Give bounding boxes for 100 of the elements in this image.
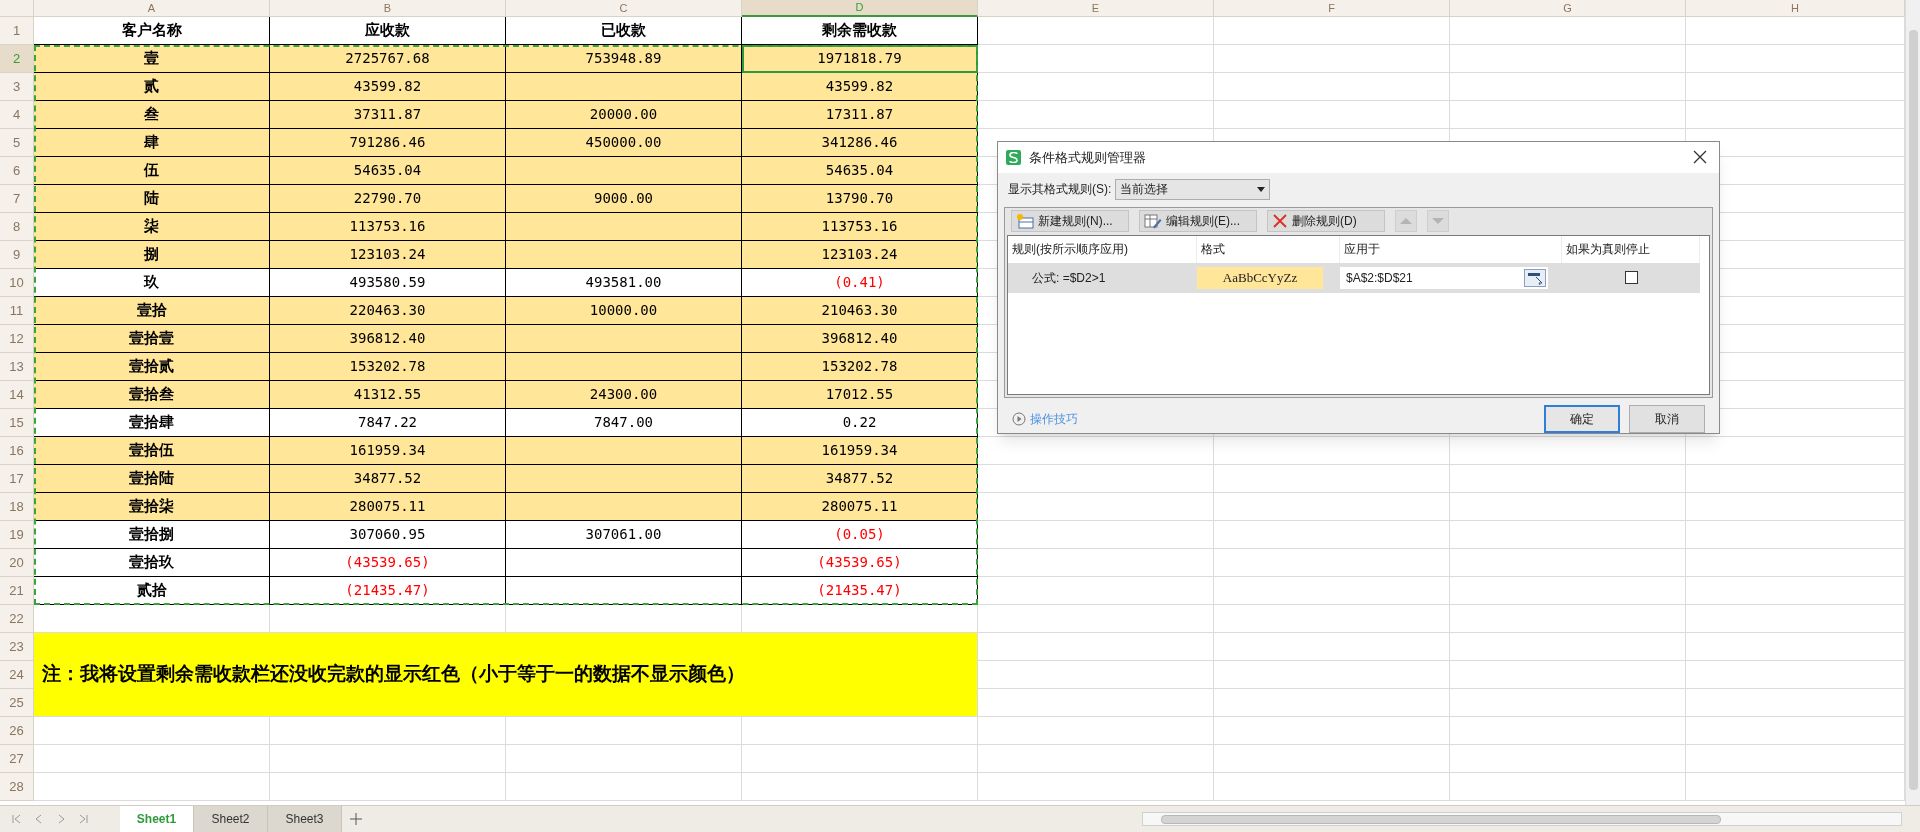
row-header[interactable]: 8 [0,213,34,241]
row-header[interactable]: 22 [0,605,34,633]
row-header[interactable]: 1 [0,17,34,45]
table-cell: 壹拾壹 [34,325,270,353]
row-header[interactable]: 2 [0,45,34,73]
row-header[interactable]: 9 [0,241,34,269]
table-cell: 24300.00 [506,381,742,409]
ok-button[interactable]: 确定 [1544,405,1620,433]
table-cell: 161959.34 [742,437,978,465]
table-cell: 7847.00 [506,409,742,437]
row-header[interactable]: 26 [0,717,34,745]
stop-if-true-checkbox[interactable] [1624,271,1638,285]
previous-sheet-icon[interactable] [34,814,44,824]
table-cell: 307061.00 [506,521,742,549]
table-cell: 307060.95 [270,521,506,549]
table-cell: 791286.46 [270,129,506,157]
table-cell: 450000.00 [506,129,742,157]
table-cell: (0.05) [742,521,978,549]
vertical-scrollbar[interactable] [1905,0,1920,805]
select-all-corner[interactable] [0,0,34,17]
table-cell: 280075.11 [270,493,506,521]
table-cell: 37311.87 [270,101,506,129]
edit-rule-button[interactable]: 编辑规则(E)... [1139,210,1257,233]
table-cell: 壹拾叁 [34,381,270,409]
sheet-tab[interactable]: Sheet3 [268,805,342,832]
rule-row[interactable]: 公式: =$D2>1 AaBbCcYyZz $A$2:$D$21 [1008,262,1700,293]
row-header[interactable]: 11 [0,297,34,325]
delete-rule-button[interactable]: 删除规则(D) [1267,210,1385,233]
table-cell: 叁 [34,101,270,129]
column-header[interactable]: E [978,0,1214,17]
row-header[interactable]: 16 [0,437,34,465]
row-header[interactable]: 23 [0,633,34,661]
table-cell: 220463.30 [270,297,506,325]
table-cell: (21435.47) [742,577,978,605]
tips-link[interactable]: 操作技巧 [1030,410,1078,428]
rule-formula: 公式: =$D2>1 [1032,270,1106,285]
table-cell: 396812.40 [742,325,978,353]
row-header[interactable]: 7 [0,185,34,213]
row-header[interactable]: 19 [0,521,34,549]
column-header: 规则(按所示顺序应用) [1008,235,1197,263]
show-rules-dropdown[interactable]: 当前选择 [1115,178,1271,200]
table-cell: 17012.55 [742,381,978,409]
table-cell: 壹拾玖 [34,549,270,577]
edit-rule-icon [1144,213,1162,230]
table-cell: 捌 [34,241,270,269]
table-cell: 210463.30 [742,297,978,325]
row-header[interactable]: 21 [0,577,34,605]
table-cell: 153202.78 [742,353,978,381]
last-sheet-icon[interactable] [78,814,88,824]
applies-to-field[interactable]: $A$2:$D$21 [1340,266,1548,289]
row-header[interactable]: 25 [0,689,34,717]
row-header[interactable]: 13 [0,353,34,381]
row-header[interactable]: 27 [0,745,34,773]
row-header[interactable]: 15 [0,409,34,437]
first-sheet-icon[interactable] [12,814,22,824]
row-header[interactable]: 6 [0,157,34,185]
table-cell: 113753.16 [270,213,506,241]
table-cell: 壹拾贰 [34,353,270,381]
row-header[interactable]: 10 [0,269,34,297]
sheet-tab[interactable]: Sheet2 [194,805,268,832]
horizontal-scrollbar[interactable] [1142,812,1902,826]
column-header[interactable]: F [1214,0,1450,17]
column-header[interactable]: B [270,0,506,17]
table-cell: 壹拾柒 [34,493,270,521]
table-cell: 壹拾伍 [34,437,270,465]
table-cell: 43599.82 [270,73,506,101]
row-header[interactable]: 4 [0,101,34,129]
table-cell: 17311.87 [742,101,978,129]
row-header[interactable]: 17 [0,465,34,493]
new-rule-icon [1016,213,1034,230]
column-header[interactable]: A [34,0,270,17]
row-header[interactable]: 28 [0,773,34,801]
dialog-title: 条件格式规则管理器 [1029,148,1146,167]
up-arrow-icon [1400,217,1412,226]
column-header[interactable]: D [742,0,978,17]
add-sheet-icon[interactable] [350,813,362,825]
table-cell: 22790.70 [270,185,506,213]
sheet-tab[interactable]: Sheet1 [120,805,194,832]
column-header[interactable]: C [506,0,742,17]
table-cell: 玖 [34,269,270,297]
row-header[interactable]: 18 [0,493,34,521]
row-header[interactable]: 5 [0,129,34,157]
table-cell: 10000.00 [506,297,742,325]
row-header[interactable]: 12 [0,325,34,353]
column-header[interactable]: H [1686,0,1905,17]
row-header[interactable]: 14 [0,381,34,409]
close-icon[interactable] [1693,150,1707,165]
table-header-cell: 已收款 [506,17,742,45]
new-rule-button[interactable]: 新建规则(N)... [1011,210,1129,233]
note-cell: 注：我将设置剩余需收款栏还没收完款的显示红色（小于等于一的数据不显示颜色） [34,633,978,717]
column-header: 应用于 [1340,235,1562,263]
row-header[interactable]: 24 [0,661,34,689]
row-header[interactable]: 3 [0,73,34,101]
table-cell: 壹拾肆 [34,409,270,437]
column-header[interactable]: G [1450,0,1686,17]
table-cell: 肆 [34,129,270,157]
row-header[interactable]: 20 [0,549,34,577]
range-select-icon[interactable] [1524,268,1546,287]
next-sheet-icon[interactable] [56,814,66,824]
cancel-button[interactable]: 取消 [1629,405,1705,433]
